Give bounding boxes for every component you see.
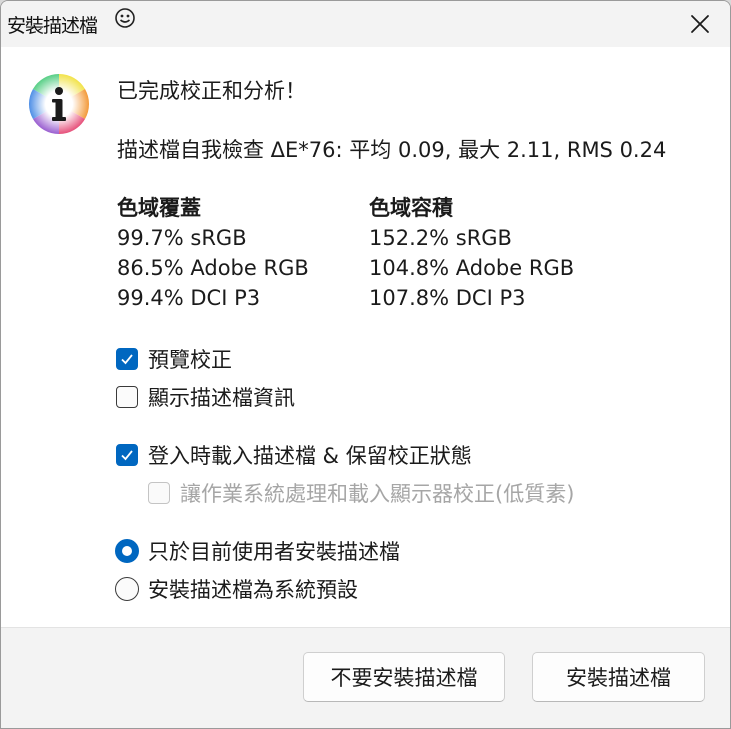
install-current-user-radio[interactable] xyxy=(115,539,139,563)
title-bar: 安裝描述檔 xyxy=(1,1,730,47)
gamut-volume-dci-p3: 107.8% DCI P3 xyxy=(369,286,526,310)
gamut-volume-srgb: 152.2% sRGB xyxy=(369,226,512,250)
gamut-coverage-heading: 色域覆蓋 xyxy=(117,196,201,220)
install-system-default-label: 安裝描述檔為系統預設 xyxy=(148,578,358,602)
preview-calibration-checkbox[interactable] xyxy=(116,348,138,370)
load-on-login-checkbox[interactable] xyxy=(116,444,138,466)
app-icon xyxy=(115,8,135,28)
install-current-user-label: 只於目前使用者安裝描述檔 xyxy=(148,540,400,564)
gamut-coverage-section: 色域覆蓋 99.7% sRGB 86.5% Adobe RGB 99.4% DC… xyxy=(117,193,309,313)
radio-dot-icon xyxy=(122,546,132,556)
close-button[interactable] xyxy=(670,1,730,47)
window-title: 安裝描述檔 xyxy=(7,15,98,37)
gamut-coverage-dci-p3: 99.4% DCI P3 xyxy=(117,286,261,310)
install-profile-dialog: 安裝描述檔 已完成校正和分析！ 描述檔自我檢查 ΔE*76: 平均 0.09, … xyxy=(0,0,731,729)
checkmark-icon xyxy=(121,354,133,365)
dont-install-button[interactable]: 不要安裝描述檔 xyxy=(303,652,505,702)
show-profile-info-label: 顯示描述檔資訊 xyxy=(148,386,295,410)
preview-calibration-option[interactable]: 預覽校正 xyxy=(116,344,232,374)
os-handles-loading-option: 讓作業系統處理和載入顯示器校正(低質素) xyxy=(148,478,574,508)
self-check-summary: 描述檔自我檢查 ΔE*76: 平均 0.09, 最大 2.11, RMS 0.2… xyxy=(117,138,667,162)
show-profile-info-option[interactable]: 顯示描述檔資訊 xyxy=(116,382,295,412)
install-system-default-radio[interactable] xyxy=(115,577,139,601)
gamut-coverage-srgb: 99.7% sRGB xyxy=(117,226,247,250)
completion-headline: 已完成校正和分析！ xyxy=(117,79,306,103)
dialog-content: 已完成校正和分析！ 描述檔自我檢查 ΔE*76: 平均 0.09, 最大 2.1… xyxy=(1,47,730,627)
info-icon xyxy=(28,73,90,134)
button-bar: 不要安裝描述檔 安裝描述檔 xyxy=(1,627,730,728)
install-button[interactable]: 安裝描述檔 xyxy=(532,652,705,702)
close-icon xyxy=(691,15,709,33)
gamut-volume-section: 色域容積 152.2% sRGB 104.8% Adobe RGB 107.8%… xyxy=(369,193,574,313)
os-handles-loading-checkbox xyxy=(148,482,170,504)
install-current-user-option[interactable]: 只於目前使用者安裝描述檔 xyxy=(115,536,400,566)
gamut-volume-heading: 色域容積 xyxy=(369,196,453,220)
load-on-login-option[interactable]: 登入時載入描述檔 & 保留校正狀態 xyxy=(116,440,472,470)
show-profile-info-checkbox[interactable] xyxy=(116,386,138,408)
gamut-volume-adobe-rgb: 104.8% Adobe RGB xyxy=(369,256,575,280)
os-handles-loading-label: 讓作業系統處理和載入顯示器校正(低質素) xyxy=(180,482,575,506)
checkmark-icon xyxy=(121,450,133,461)
gamut-coverage-adobe-rgb: 86.5% Adobe RGB xyxy=(117,256,309,280)
load-on-login-label: 登入時載入描述檔 & 保留校正狀態 xyxy=(148,444,472,468)
preview-calibration-label: 預覽校正 xyxy=(148,348,232,372)
install-system-default-option[interactable]: 安裝描述檔為系統預設 xyxy=(115,574,358,604)
